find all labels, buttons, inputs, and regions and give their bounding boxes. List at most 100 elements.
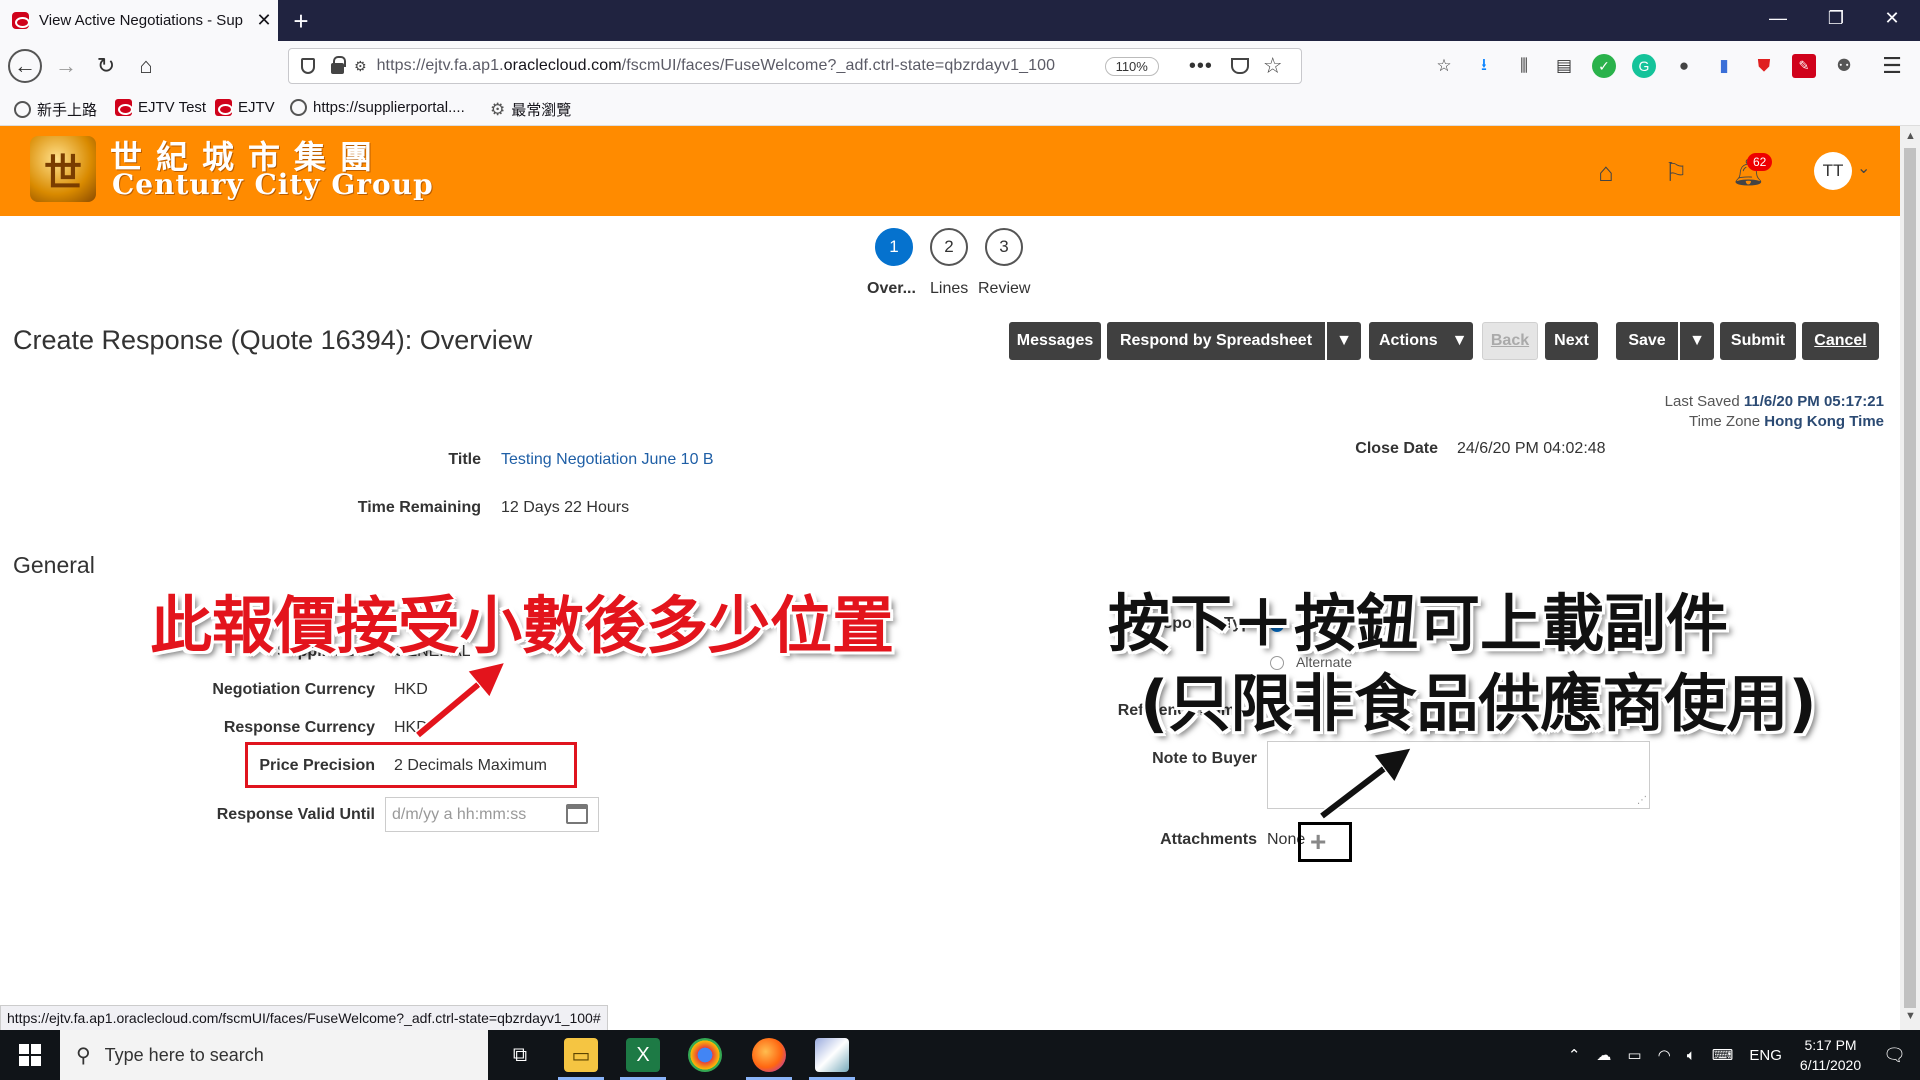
keyboard-icon[interactable]: ⌨ bbox=[1712, 1046, 1734, 1064]
home-icon[interactable]: ⌂ bbox=[1590, 156, 1622, 188]
messages-button[interactable]: Messages bbox=[1009, 322, 1101, 360]
train-label-lines[interactable]: Lines bbox=[930, 280, 968, 298]
clock-time: 5:17 PM bbox=[1804, 1037, 1857, 1053]
next-button[interactable]: Next bbox=[1545, 322, 1598, 360]
taskbar-clock[interactable]: 5:17 PM 6/11/2020 bbox=[1800, 1035, 1861, 1075]
page-title: Create Response (Quote 16394): Overview bbox=[13, 325, 533, 355]
address-bar[interactable]: ⚙ https://ejtv.fa.ap1.oraclecloud.com/fs… bbox=[288, 48, 1302, 84]
bookmark-extension-icon[interactable]: ▮ bbox=[1712, 54, 1736, 78]
gear-icon: ⚙ bbox=[490, 99, 506, 119]
scrollbar-thumb[interactable] bbox=[1904, 148, 1916, 1008]
paint-icon[interactable] bbox=[809, 1038, 855, 1080]
train-label-review[interactable]: Review bbox=[978, 280, 1030, 298]
time-zone-value: Hong Kong Time bbox=[1764, 413, 1884, 430]
onedrive-icon[interactable]: ☁ bbox=[1596, 1046, 1611, 1064]
train-step-3[interactable]: 3 bbox=[985, 228, 1023, 266]
actions-button[interactable]: Actions ▼ bbox=[1369, 322, 1473, 360]
train-step-1[interactable]: 1 bbox=[875, 228, 913, 266]
page-scrollbar[interactable]: ▲ ▼ bbox=[1900, 126, 1920, 1030]
train-step-2[interactable]: 2 bbox=[930, 228, 968, 266]
flag-icon[interactable]: ⚐ bbox=[1660, 156, 1692, 188]
chevron-down-icon[interactable]: ⌄ bbox=[1857, 158, 1870, 178]
attachment-highlight-box bbox=[1298, 822, 1352, 862]
permissions-icon[interactable]: ⚙ bbox=[354, 58, 367, 75]
note-to-buyer-textarea[interactable]: ⋰ bbox=[1267, 741, 1650, 809]
price-precision-highlight-box bbox=[245, 742, 577, 788]
response-currency-label: Response Currency bbox=[223, 719, 375, 736]
reading-list-icon[interactable]: ☆ bbox=[1432, 54, 1456, 78]
windows-taskbar: ⚲ Type here to search ⧉ ▭ X ⌃ ☁ ▭ ◠ 🔈︎ ⌨… bbox=[0, 1030, 1920, 1080]
browser-tab-bar: View Active Negotiations - Sup ✕ + — ❐ ✕ bbox=[0, 0, 1920, 41]
tracking-shield-icon[interactable] bbox=[301, 58, 315, 74]
annotation-black-text-line1: 按下＋按鈕可上載副件 bbox=[1108, 587, 1729, 660]
url-text[interactable]: https://ejtv.fa.ap1.oraclecloud.com/fscm… bbox=[377, 57, 1097, 75]
notification-center-icon[interactable]: 🗨︎ bbox=[1883, 1045, 1906, 1066]
last-saved-info: Last Saved 11/6/20 PM 05:17:21 Time Zone… bbox=[1664, 393, 1884, 430]
cancel-button[interactable]: Cancel bbox=[1802, 322, 1879, 360]
lock-icon[interactable] bbox=[331, 56, 346, 74]
pocket-icon[interactable] bbox=[1230, 58, 1249, 74]
scroll-down-icon[interactable]: ▼ bbox=[1905, 1010, 1916, 1022]
menu-hamburger-icon[interactable]: ☰ bbox=[1880, 53, 1904, 78]
checkmark-extension-icon[interactable]: ✓ bbox=[1592, 54, 1616, 78]
resize-grip-icon[interactable]: ⋰ bbox=[1637, 795, 1647, 806]
excel-icon[interactable]: X bbox=[620, 1038, 666, 1080]
negotiation-title-link[interactable]: Testing Negotiation June 10 B bbox=[501, 451, 714, 469]
zoom-indicator[interactable]: 110% bbox=[1104, 56, 1159, 76]
shield-extension-icon[interactable]: ⛊ bbox=[1752, 54, 1776, 78]
page-actions-icon[interactable]: ••• bbox=[1189, 55, 1213, 78]
bookmark-supplierportal[interactable]: https://supplierportal.... bbox=[290, 99, 465, 116]
restore-button[interactable]: ❐ bbox=[1816, 8, 1856, 29]
submit-button[interactable]: Submit bbox=[1720, 322, 1796, 360]
attachments-label: Attachments bbox=[1160, 831, 1257, 848]
back-arrow-icon[interactable]: ← bbox=[8, 49, 42, 83]
bookmark-star-icon[interactable]: ☆ bbox=[1263, 53, 1283, 79]
status-bar-url: https://ejtv.fa.ap1.oraclecloud.com/fscm… bbox=[0, 1005, 608, 1031]
chrome-icon[interactable] bbox=[688, 1038, 722, 1072]
annotation-black-text-line2: (只限非食品供應商使用) bbox=[1140, 667, 1817, 740]
respond-by-spreadsheet-button[interactable]: Respond by Spreadsheet bbox=[1107, 322, 1325, 360]
annotation-red-text: 此報價接受小數後多少位置 bbox=[150, 589, 895, 662]
battery-icon[interactable]: ▭ bbox=[1627, 1046, 1641, 1064]
grammarly-icon[interactable]: G bbox=[1632, 54, 1656, 78]
tray-chevron-up-icon[interactable]: ⌃ bbox=[1568, 1046, 1581, 1064]
browser-tab[interactable]: View Active Negotiations - Sup ✕ bbox=[0, 0, 278, 41]
volume-icon[interactable]: 🔈︎ bbox=[1687, 1047, 1696, 1064]
sidebar-icon[interactable]: ▤ bbox=[1552, 54, 1576, 78]
bookmark-ejtv[interactable]: EJTV bbox=[215, 99, 275, 116]
start-button[interactable] bbox=[0, 1030, 60, 1080]
firefox-icon[interactable] bbox=[746, 1038, 792, 1080]
oracle-favicon-icon bbox=[215, 99, 233, 116]
app-header: 世 世紀城市集團 Century City Group ⌂ ⚐ 🔔︎ bbox=[0, 126, 1900, 216]
century-city-logo-icon[interactable]: 世 bbox=[30, 136, 96, 202]
language-indicator[interactable]: ENG bbox=[1749, 1047, 1782, 1064]
wifi-icon[interactable]: ◠ bbox=[1658, 1046, 1671, 1064]
tab-title: View Active Negotiations - Sup bbox=[39, 12, 244, 29]
bookmark-most-visited[interactable]: ⚙ 最常瀏覽 bbox=[490, 99, 571, 120]
respond-dropdown-button[interactable]: ▼ bbox=[1327, 322, 1361, 360]
reload-icon[interactable]: ↻ bbox=[90, 51, 122, 81]
minimize-button[interactable]: — bbox=[1758, 8, 1798, 29]
scroll-up-icon[interactable]: ▲ bbox=[1905, 130, 1916, 142]
general-heading: General bbox=[13, 552, 95, 578]
file-explorer-icon[interactable]: ▭ bbox=[558, 1038, 604, 1080]
taskbar-search-box[interactable]: ⚲ Type here to search bbox=[60, 1030, 488, 1080]
close-window-button[interactable]: ✕ bbox=[1872, 8, 1912, 29]
new-tab-button[interactable]: + bbox=[286, 6, 316, 37]
bookmark-ejtv-test[interactable]: EJTV Test bbox=[115, 99, 206, 116]
home-icon[interactable]: ⌂ bbox=[130, 51, 162, 81]
save-dropdown-button[interactable]: ▼ bbox=[1680, 322, 1714, 360]
library-icon[interactable]: ⫼ bbox=[1512, 54, 1536, 78]
user-avatar[interactable]: TT bbox=[1814, 152, 1852, 190]
pdf-extension-icon[interactable]: ✎ bbox=[1792, 54, 1816, 78]
download-icon[interactable]: ⭳ bbox=[1472, 54, 1496, 78]
tab-close-icon[interactable]: ✕ bbox=[250, 10, 278, 31]
calendar-icon[interactable] bbox=[566, 804, 588, 824]
save-button[interactable]: Save bbox=[1616, 322, 1678, 360]
extensions-icon[interactable]: ⚉ bbox=[1832, 54, 1856, 78]
bookmark-getting-started[interactable]: 新手上路 bbox=[14, 99, 97, 120]
train-label-overview[interactable]: Over... bbox=[867, 280, 916, 298]
forward-arrow-icon[interactable]: → bbox=[50, 51, 82, 81]
account-icon[interactable]: ● bbox=[1672, 54, 1696, 78]
task-view-icon[interactable]: ⧉ bbox=[503, 1038, 537, 1072]
